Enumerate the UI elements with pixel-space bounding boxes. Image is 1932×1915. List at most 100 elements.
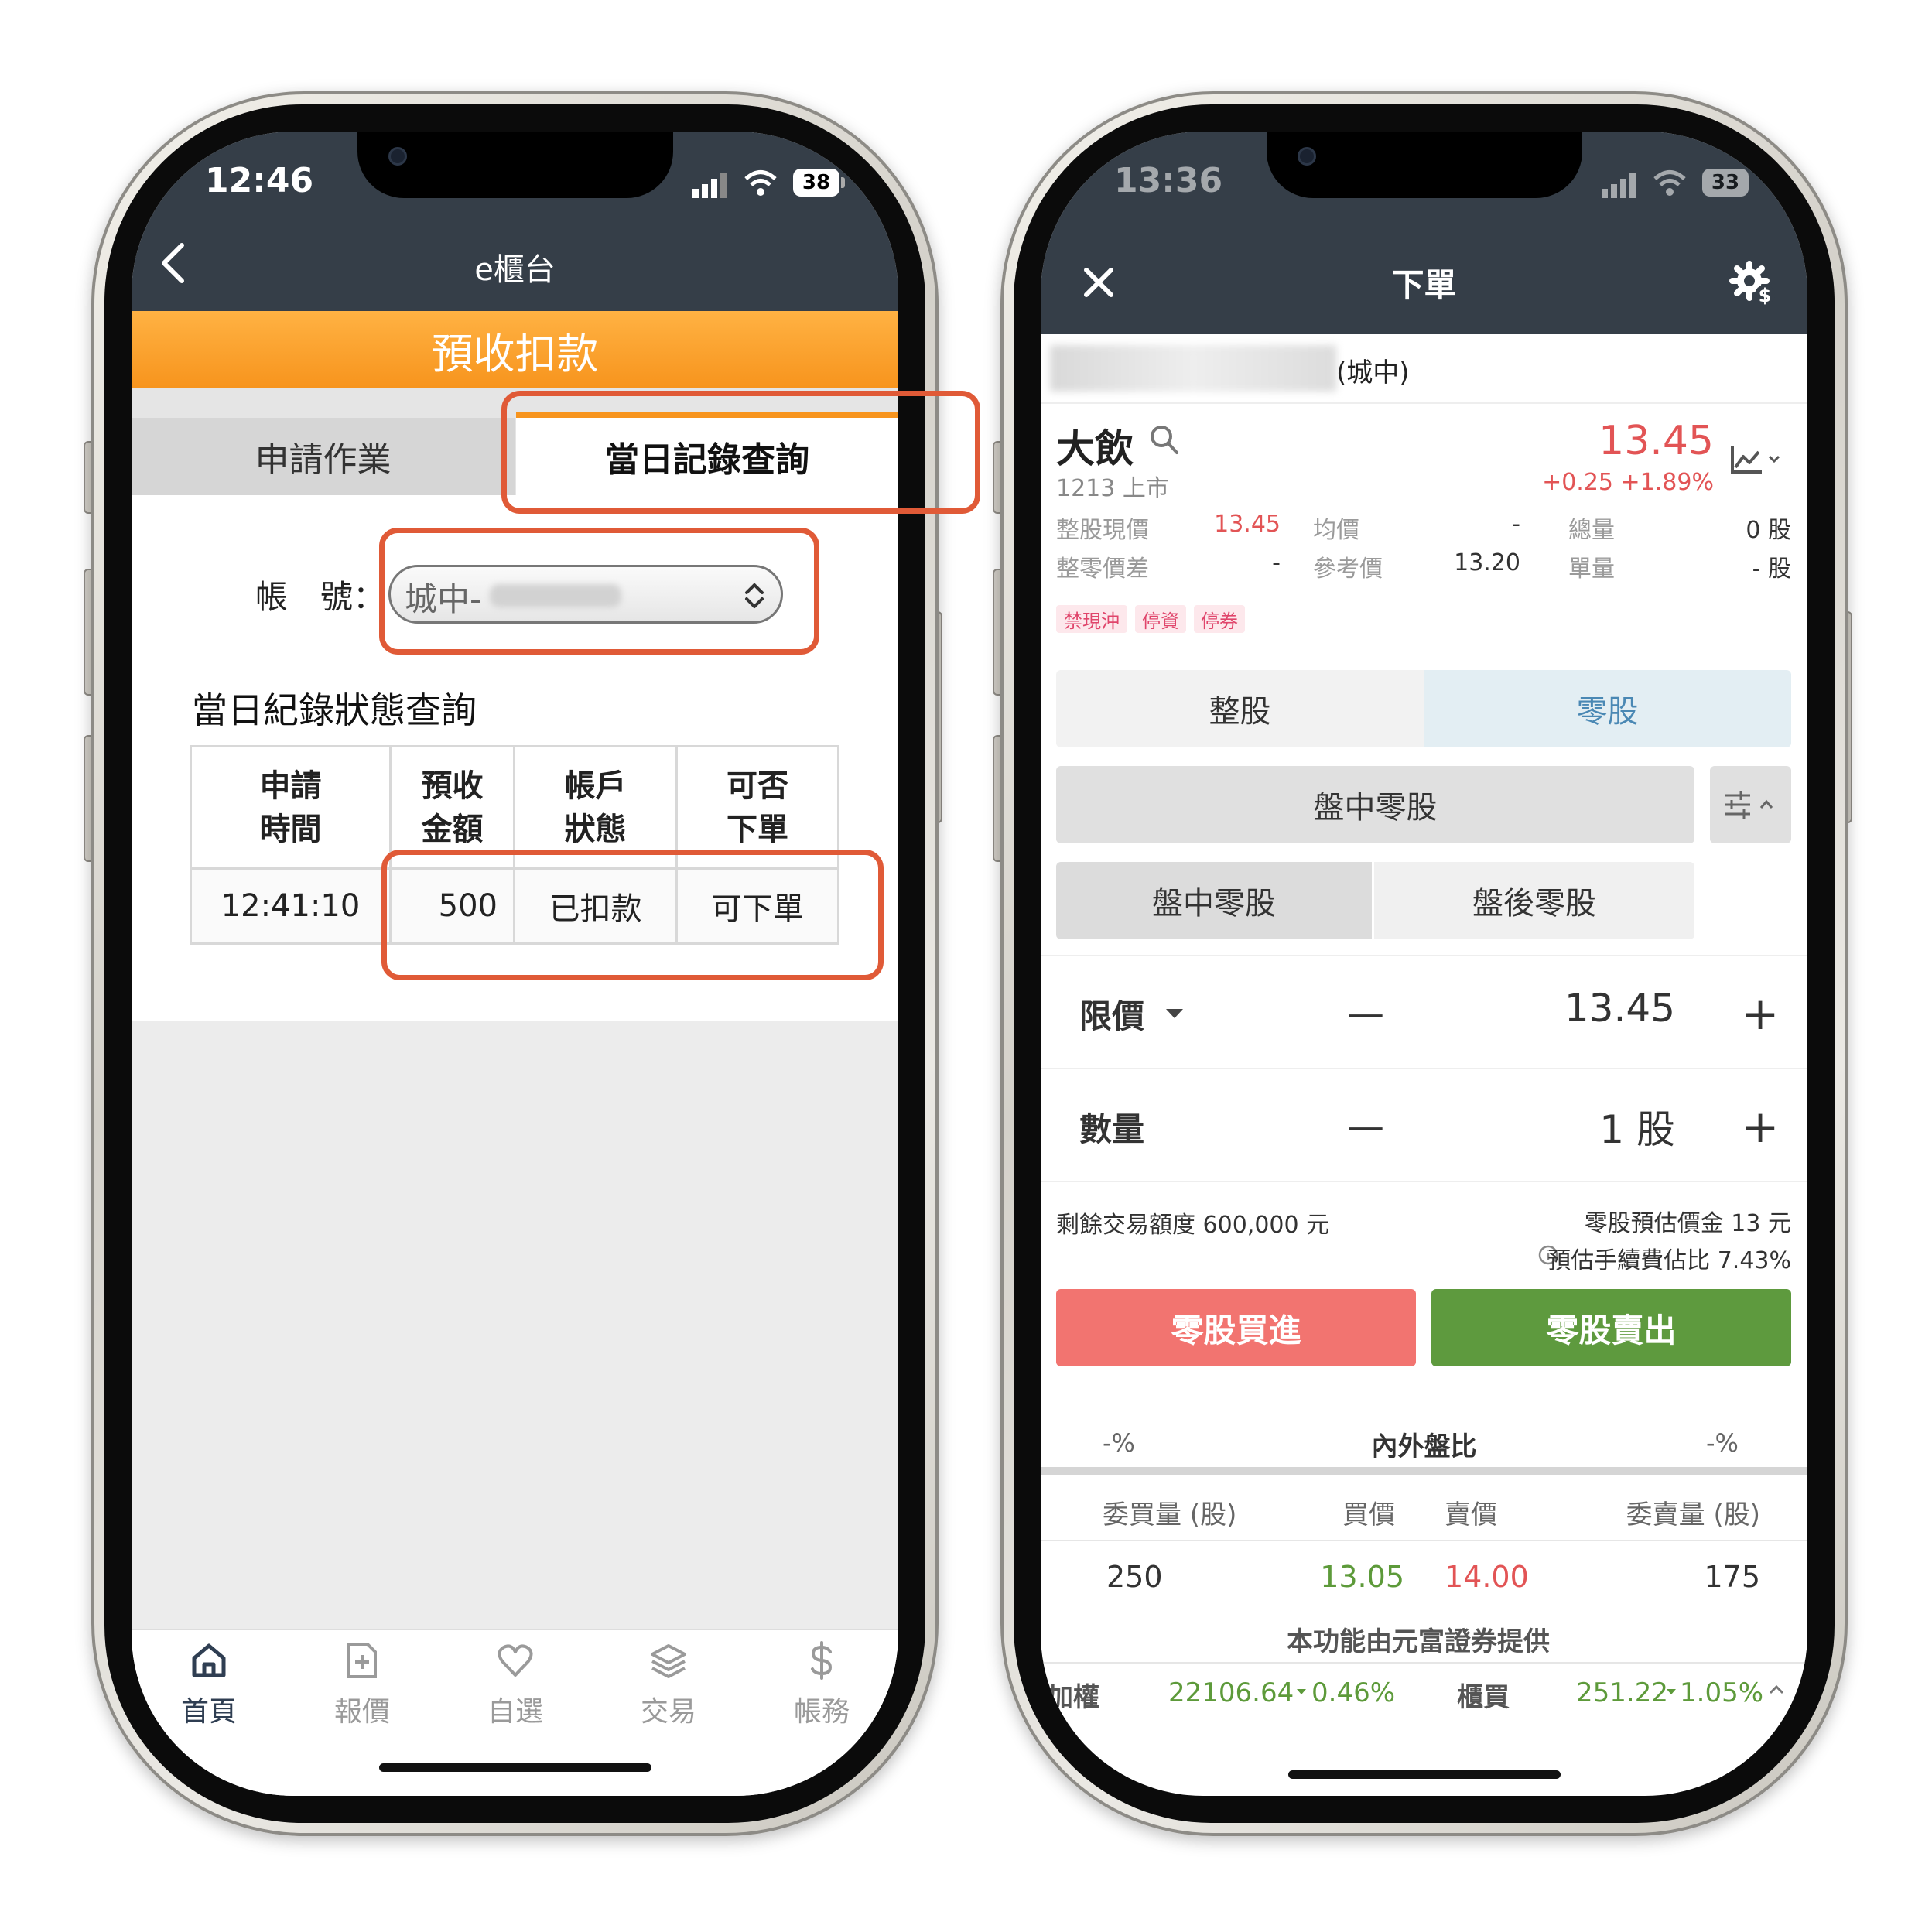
right-camera-icon	[1298, 147, 1316, 166]
right-screen: 13:36 33 下單 $ (城中) 大飲 1213 上市 13.45 +0.2…	[1041, 132, 1807, 1796]
tab-odd-lot[interactable]: 零股	[1424, 670, 1791, 747]
th-prepaid-amount-2: 金額	[421, 811, 484, 847]
tab-apply[interactable]: 申請作業	[132, 418, 515, 495]
gear-dollar-icon: $	[1729, 261, 1775, 306]
th-account-status-1: 帳戶	[564, 768, 627, 804]
divider-3	[1041, 1181, 1807, 1182]
ticker-value-otc: 251.22	[1576, 1677, 1668, 1708]
session-select[interactable]: 盤中零股	[1056, 766, 1694, 843]
book-ask-vol: 175	[1704, 1560, 1760, 1594]
tab-after-hours-odd[interactable]: 盤後零股	[1374, 862, 1694, 939]
nav-quote[interactable]: 報價	[323, 1641, 401, 1734]
sell-odd-button[interactable]: 零股賣出	[1431, 1289, 1791, 1366]
nav-watchlist[interactable]: 自選	[477, 1641, 554, 1734]
left-battery-icon: 38	[793, 169, 839, 197]
estimated-amount: 零股預估價金 13 元	[1584, 1210, 1791, 1237]
account-blurred	[1050, 345, 1336, 392]
qty-plus-button[interactable]: +	[1722, 1096, 1799, 1158]
price-plus-button[interactable]: +	[1722, 983, 1799, 1045]
book-bid-vol: 250	[1106, 1560, 1163, 1594]
left-notch	[357, 132, 673, 198]
nav-trade-label: 交易	[640, 1696, 696, 1728]
tag-no-margin: 停資	[1135, 605, 1186, 633]
tab-intraday-odd[interactable]: 盤中零股	[1056, 862, 1372, 939]
stat-label-ref-price: 參考價	[1313, 556, 1383, 583]
right-nav-title: 下單	[1391, 265, 1457, 304]
left-camera-icon	[388, 147, 407, 166]
ticker-label-otc: 櫃買	[1457, 1682, 1510, 1713]
stat-value-total-vol: 0 股	[1746, 517, 1791, 544]
price-value[interactable]: 13.45	[1505, 986, 1675, 1031]
right-notch	[1267, 132, 1582, 198]
buy-odd-button[interactable]: 零股買進	[1056, 1289, 1416, 1366]
stat-label-avg: 均價	[1313, 517, 1359, 544]
nav-home[interactable]: 首頁	[170, 1641, 248, 1734]
book-divider	[1041, 1540, 1807, 1541]
stock-price: 13.45	[1599, 418, 1714, 464]
th-can-order-2: 下單	[727, 811, 788, 847]
provider-note: 本功能由元富證券提供	[1287, 1626, 1550, 1657]
left-home-indicator	[379, 1763, 651, 1772]
account-line[interactable]: (城中)	[1041, 334, 1807, 404]
nav-watchlist-label: 自選	[487, 1696, 543, 1728]
left-signal-icon	[692, 172, 731, 198]
svg-text:$: $	[1759, 285, 1772, 306]
bottom-nav: 首頁 報價 自選 交易 帳務	[132, 1629, 898, 1796]
right-battery-icon: 33	[1702, 169, 1749, 197]
book-header-ask-vol: 委賣量 (股)	[1626, 1500, 1760, 1530]
right-home-indicator	[1288, 1770, 1561, 1779]
left-empty-area	[132, 1021, 898, 1629]
settings-button[interactable]: $	[1729, 259, 1777, 307]
nav-quote-label: 報價	[333, 1696, 390, 1728]
right-wifi-icon	[1652, 169, 1688, 197]
qty-label: 數量	[1079, 1110, 1145, 1148]
stock-name: 大飲	[1056, 426, 1134, 471]
nav-trade[interactable]: 交易	[630, 1641, 707, 1734]
ticker-bar[interactable]: 加權 22106.64 0.46% 櫃買 251.22 1.05%	[1041, 1664, 1807, 1718]
chart-button[interactable]	[1729, 441, 1791, 480]
nav-account-label: 帳務	[793, 1696, 850, 1728]
home-icon	[192, 1643, 226, 1677]
stat-value-ref-price: 13.20	[1454, 549, 1520, 576]
search-icon[interactable]	[1149, 424, 1180, 457]
divider-1	[1041, 955, 1807, 956]
stat-value-whole-price: 13.45	[1214, 511, 1281, 538]
remaining-quota: 剩餘交易額度 600,000 元	[1056, 1212, 1330, 1239]
heart-icon	[498, 1644, 533, 1677]
left-status-time: 12:46	[205, 161, 314, 200]
stat-label-odd-spread: 整零價差	[1056, 556, 1149, 583]
sliders-icon	[1725, 791, 1773, 819]
account-label: 帳 號：	[255, 578, 386, 616]
quote-doc-icon	[347, 1643, 377, 1678]
price-minus-button[interactable]: —	[1327, 983, 1404, 1045]
dollar-icon	[811, 1641, 833, 1680]
stock-code: 1213 上市	[1056, 475, 1169, 502]
tab-whole-lot[interactable]: 整股	[1056, 670, 1424, 747]
left-nav-title: e櫃台	[474, 252, 556, 288]
th-apply-time-1: 申請	[259, 768, 322, 804]
right-battery-level: 33	[1711, 171, 1740, 194]
book-header-bid: 買價	[1342, 1500, 1395, 1530]
left-battery-level: 38	[802, 171, 831, 194]
qty-minus-button[interactable]: —	[1327, 1096, 1404, 1158]
book-bid-price[interactable]: 13.05	[1319, 1560, 1404, 1594]
right-status-time: 13:36	[1114, 161, 1223, 200]
ticker-pct-taiex: 0.46%	[1311, 1677, 1396, 1708]
tag-no-daytrade: 禁現沖	[1056, 605, 1127, 633]
nav-home-label: 首頁	[180, 1696, 237, 1728]
nav-account[interactable]: 帳務	[783, 1641, 860, 1734]
highlight-tab-today-records	[501, 391, 980, 514]
ticker-caret-down-icon	[1297, 1689, 1306, 1694]
stat-label-total-vol: 總量	[1568, 517, 1615, 544]
book-header-ask: 賣價	[1445, 1500, 1497, 1530]
left-battery-tip	[841, 177, 845, 188]
filter-toggle-button[interactable]	[1710, 766, 1791, 843]
highlight-account-select	[379, 528, 819, 655]
stat-value-single-vol: - 股	[1752, 556, 1791, 583]
price-type-select[interactable]: 限價	[1079, 990, 1203, 1037]
th-apply-time-2: 時間	[259, 811, 322, 847]
qty-value[interactable]: 1 股	[1505, 1099, 1675, 1154]
book-ask-price[interactable]: 14.00	[1445, 1560, 1529, 1594]
th-account-status-2: 狀態	[564, 811, 627, 847]
caret-down-icon	[1166, 1009, 1183, 1018]
